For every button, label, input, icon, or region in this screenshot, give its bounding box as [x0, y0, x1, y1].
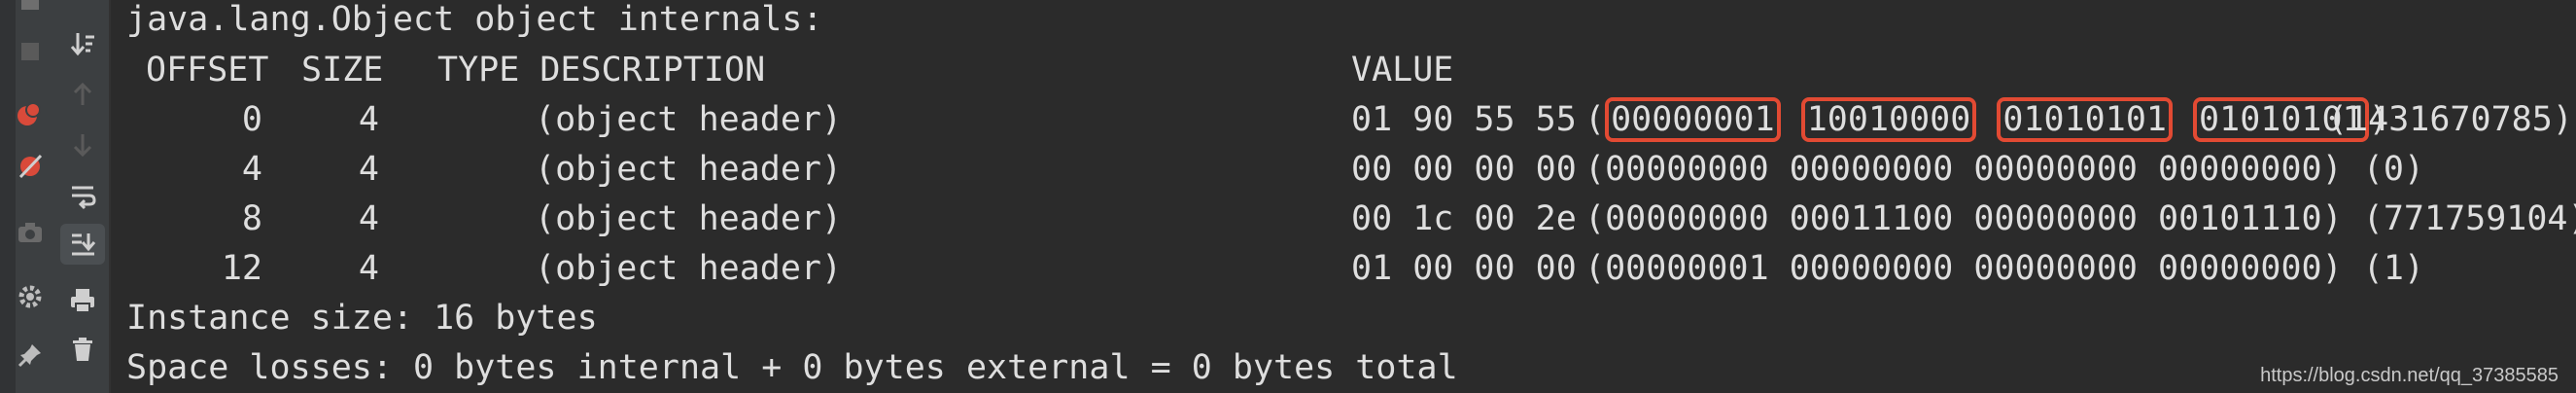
row-hex-value: 00 00 00 00 [1351, 150, 1577, 189]
print-icon[interactable] [60, 280, 105, 321]
row-description: (object header) [535, 100, 843, 139]
binary-byte: 00000000 [1973, 249, 2138, 288]
row-decimal-value: (0) [2362, 150, 2424, 189]
soft-wrap-icon[interactable] [60, 175, 105, 216]
offset-column-header: OFFSET [146, 51, 269, 89]
size-column-header: SIZE [301, 51, 384, 89]
row-offset: 0 [241, 100, 262, 139]
binary-byte: 00000000 [2158, 150, 2322, 189]
row-binary-value: (00000000 00011100 00000000 00101110) (7… [1584, 197, 2576, 240]
row-description: (object header) [535, 150, 843, 189]
highlighted-byte: 00000001 [1605, 97, 1781, 142]
row-binary-value: (00000001 00000000 00000000 00000000) (1… [1584, 249, 2424, 288]
binary-byte: 00011100 [1789, 199, 1954, 238]
table-row: 4 4 (object header) 00 00 00 00 (0000000… [126, 148, 2576, 191]
binary-byte: 00000000 [1973, 199, 2138, 238]
console-output: java.lang.Object object internals: OFFSE… [126, 0, 2576, 393]
trash-icon[interactable] [60, 329, 105, 370]
row-hex-value: 01 90 55 55 [1351, 100, 1577, 139]
watermark-text: https://blog.csdn.net/qq_37385585 [2260, 365, 2559, 386]
table-row: 12 4 (object header) 01 00 00 00 (000000… [126, 247, 2576, 290]
row-hex-value: 00 1c 00 2e [1351, 199, 1577, 238]
console-toolbar [16, 0, 111, 393]
binary-byte: 00000000 [1789, 249, 1954, 288]
scroll-to-end-icon[interactable] [60, 224, 105, 265]
row-hex-value: 01 00 00 00 [1351, 249, 1577, 288]
pin-icon[interactable] [8, 335, 52, 375]
binary-byte: 00000000 [1605, 199, 1769, 238]
row-size: 4 [358, 199, 379, 238]
value-column-header: VALUE [1351, 51, 1454, 89]
binary-byte: 00000000 [1973, 150, 2138, 189]
row-decimal-value: (1431670785) [2327, 100, 2573, 139]
mute-breakpoints-icon[interactable] [8, 146, 52, 187]
up-arrow-icon[interactable] [60, 74, 105, 115]
row-offset: 12 [221, 249, 262, 288]
binary-byte: 00000000 [2158, 249, 2322, 288]
row-offset: 8 [241, 199, 262, 238]
settings-icon[interactable] [8, 276, 52, 317]
binary-byte: 00000000 [1789, 150, 1954, 189]
camera-icon[interactable] [8, 212, 52, 253]
space-losses-line: Space losses: 0 bytes internal + 0 bytes… [126, 348, 1458, 387]
row-binary-value: (00000000 00000000 00000000 00000000) (0… [1584, 150, 2424, 189]
row-decimal-value: (771759104) [2362, 199, 2576, 238]
breakpoint-icon[interactable] [8, 93, 52, 134]
row-decimal-value: (1) [2362, 249, 2424, 288]
row-size: 4 [358, 150, 379, 189]
highlighted-byte: 10010000 [1800, 97, 1977, 142]
row-description: (object header) [535, 249, 843, 288]
row-offset: 4 [241, 150, 262, 189]
table-row: 0 4 (object header) 01 90 55 55 (0000000… [126, 97, 2576, 142]
step-over-icon[interactable] [60, 0, 105, 19]
ide-console-window: java.lang.Object object internals: OFFSE… [0, 0, 2576, 393]
instance-size-line: Instance size: 16 bytes [126, 299, 598, 338]
row-description: (object header) [535, 199, 843, 238]
sort-down-icon[interactable] [60, 23, 105, 64]
highlighted-byte: 01010101 [1997, 97, 2173, 142]
binary-byte: 00101110 [2158, 199, 2322, 238]
stop-icon[interactable] [8, 0, 52, 21]
binary-byte: 00000000 [1605, 150, 1769, 189]
row-size: 4 [358, 249, 379, 288]
down-arrow-icon[interactable] [60, 125, 105, 165]
row-binary-value: (00000001 10010000 01010101 01010101) [1584, 97, 2389, 142]
heading-line: java.lang.Object object internals: [126, 0, 823, 39]
binary-byte: 00000001 [1605, 249, 1769, 288]
column-header-row: OFFSET SIZE TYPE DESCRIPTION VALUE [126, 49, 2576, 91]
table-row: 8 4 (object header) 00 1c 00 2e (0000000… [126, 197, 2576, 240]
type-description-column-header: TYPE DESCRIPTION [437, 51, 766, 89]
stop-icon[interactable] [8, 31, 52, 72]
row-size: 4 [358, 100, 379, 139]
